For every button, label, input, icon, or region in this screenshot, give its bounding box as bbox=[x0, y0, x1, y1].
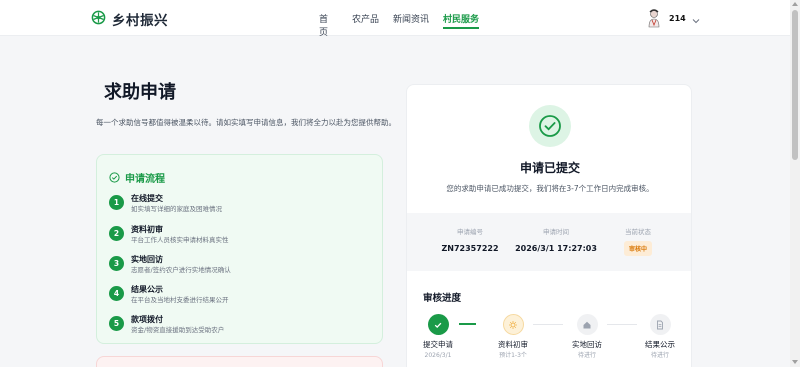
progress-step: 资料初审 预计1-3个 bbox=[483, 314, 543, 360]
progress-step-sub: 待进行 bbox=[577, 352, 596, 359]
progress-step-label: 提交申请 bbox=[423, 340, 453, 349]
process-header: 申请流程 bbox=[109, 168, 165, 187]
step-number: 5 bbox=[109, 316, 124, 331]
result-description: 您的求助申请已成功提交，我们将在3-7个工作日内完成审核。 bbox=[446, 184, 654, 193]
application-process-card: 申请流程 1 在线提交 如实填写详细的家庭及困难情况 2 资料初审 平台工作人员… bbox=[96, 154, 383, 344]
avatar[interactable] bbox=[645, 8, 663, 28]
scroll-down-arrow-icon[interactable] bbox=[792, 360, 798, 364]
current-status-label: 当前状态 bbox=[625, 228, 651, 236]
step-number: 4 bbox=[109, 286, 124, 301]
application-id-label: 申请编号 bbox=[457, 228, 483, 236]
success-check-icon bbox=[529, 105, 571, 147]
check-circle-icon bbox=[109, 168, 120, 187]
review-progress-title: 审核进度 bbox=[423, 293, 462, 304]
home-icon bbox=[576, 314, 598, 335]
application-id-value: ZN72357222 bbox=[441, 244, 499, 253]
site-logo[interactable]: 乡村振兴 bbox=[91, 9, 168, 29]
process-step: 4 结果公示 在平台及当地村支委进行结果公开 bbox=[109, 284, 229, 305]
top-navbar: 乡村振兴 首页 农产品 新闻资讯 村民服务 214 bbox=[0, 0, 790, 38]
progress-step-label: 资料初审 bbox=[498, 340, 528, 349]
process-title: 申请流程 bbox=[125, 174, 165, 185]
step-title: 资料初审 bbox=[131, 225, 163, 234]
process-step: 5 款项拨付 资金/物资直接援助到达受助农户 bbox=[109, 314, 224, 335]
progress-step: 结果公示 待进行 bbox=[630, 314, 690, 360]
process-step: 2 资料初审 平台工作人员核实申请材料真实性 bbox=[109, 224, 229, 245]
page-description: 每一个求助信号都值得被温柔以待。请如实填写申请信息，我们将全力以赴为您提供帮助。 bbox=[96, 118, 396, 127]
process-step: 3 实地回访 志愿者/签约农户进行实地情况确认 bbox=[109, 254, 231, 275]
check-icon bbox=[427, 314, 449, 335]
nav-news[interactable]: 新闻资讯 bbox=[393, 12, 429, 25]
step-description: 资金/物资直接援助到达受助农户 bbox=[131, 326, 225, 334]
logo-text: 乡村振兴 bbox=[112, 13, 168, 29]
nav-villager-services[interactable]: 村民服务 bbox=[443, 12, 480, 29]
current-status: 当前状态 审核中 bbox=[613, 226, 663, 256]
step-number: 3 bbox=[109, 256, 124, 271]
step-description: 平台工作人员核实申请材料真实性 bbox=[131, 236, 229, 244]
result-title: 申请已提交 bbox=[519, 161, 580, 175]
page-title: 求助申请 bbox=[104, 82, 176, 103]
nav-home[interactable]: 首页 bbox=[319, 12, 328, 38]
application-id: 申请编号 ZN72357222 bbox=[435, 226, 505, 253]
step-description: 如实填写详细的家庭及困难情况 bbox=[131, 205, 222, 213]
application-time-label: 申请时间 bbox=[543, 228, 569, 236]
nav-products[interactable]: 农产品 bbox=[352, 12, 379, 25]
scroll-thumb[interactable] bbox=[792, 10, 798, 160]
hourglass-icon bbox=[502, 314, 524, 335]
progress-step: 提交申请 2026/3/1 bbox=[408, 314, 468, 360]
process-step: 1 在线提交 如实填写详细的家庭及困难情况 bbox=[109, 193, 222, 214]
progress-step: 实地回访 待进行 bbox=[557, 314, 617, 360]
username: 214 bbox=[669, 13, 686, 23]
progress-step-sub: 待进行 bbox=[650, 352, 669, 359]
page-scrollbar[interactable] bbox=[790, 0, 800, 367]
wheat-logo-icon bbox=[91, 10, 106, 29]
step-title: 款项拨付 bbox=[131, 315, 163, 324]
application-time-value: 2026/3/1 17:27:03 bbox=[515, 244, 597, 253]
progress-step-sub: 2026/3/1 bbox=[424, 352, 452, 359]
submission-result-card: 申请已提交 您的求助申请已成功提交，我们将在3-7个工作日内完成审核。 申请编号… bbox=[406, 84, 692, 367]
step-number: 2 bbox=[109, 226, 124, 241]
progress-step-label: 结果公示 bbox=[645, 340, 675, 349]
notice-card bbox=[96, 356, 383, 367]
step-title: 实地回访 bbox=[131, 255, 163, 264]
step-description: 在平台及当地村支委进行结果公开 bbox=[131, 296, 229, 304]
progress-step-sub: 预计1-3个 bbox=[499, 352, 527, 359]
status-badge: 审核中 bbox=[623, 241, 652, 256]
application-time: 申请时间 2026/3/1 17:27:03 bbox=[511, 226, 601, 253]
document-icon bbox=[649, 314, 671, 335]
chevron-down-icon[interactable] bbox=[692, 9, 700, 28]
application-info: 申请编号 ZN72357222 申请时间 2026/3/1 17:27:03 当… bbox=[407, 213, 691, 271]
scroll-up-arrow-icon[interactable] bbox=[792, 2, 798, 6]
step-number: 1 bbox=[109, 195, 124, 210]
step-title: 结果公示 bbox=[131, 285, 163, 294]
progress-step-label: 实地回访 bbox=[572, 340, 602, 349]
step-title: 在线提交 bbox=[131, 194, 163, 203]
user-menu[interactable]: 214 bbox=[645, 8, 700, 28]
step-description: 志愿者/签约农户进行实地情况确认 bbox=[131, 266, 231, 274]
